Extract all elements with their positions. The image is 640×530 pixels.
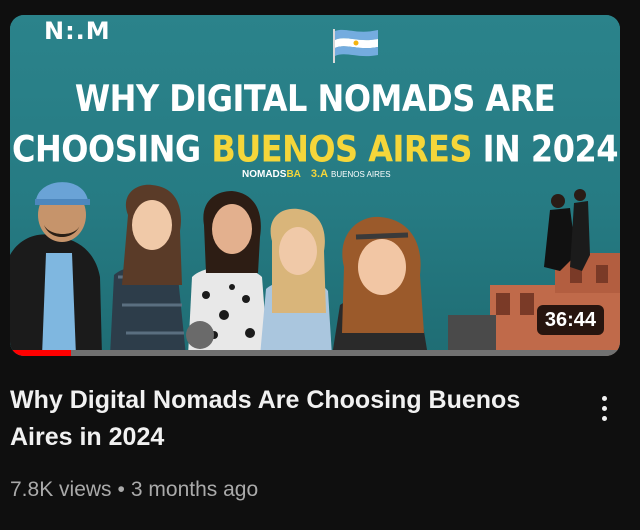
person-woman-curly [332,216,428,356]
person-man-cap [10,182,102,356]
watch-progress-fill [10,350,71,356]
more-actions-button[interactable] [590,386,618,430]
more-vert-icon-dot [601,405,607,411]
more-vert-icon-dot [601,395,607,401]
person-woman-plaid [110,184,186,356]
video-metadata: 7.8K views • 3 months ago [10,478,258,502]
person-woman-blonde [260,208,332,356]
meta-separator: • [117,478,125,501]
video-thumbnail[interactable]: N:.M WHY DIGITAL NOMADS ARE CHOOSING BUE… [10,15,620,356]
video-title[interactable]: Why Digital Nomads Are Choosing Buenos A… [10,382,570,456]
duration-badge: 36:44 [536,305,604,335]
video-card[interactable]: N:.M WHY DIGITAL NOMADS ARE CHOOSING BUE… [0,0,640,530]
view-count: 7.8K views [10,478,112,501]
upload-age: 3 months ago [130,478,259,501]
people-illustration [10,182,620,356]
watch-progress-bar [10,350,620,356]
person-woman-pattern [186,191,268,356]
more-vert-icon-dot [601,415,607,421]
tango-dancers [544,189,590,271]
